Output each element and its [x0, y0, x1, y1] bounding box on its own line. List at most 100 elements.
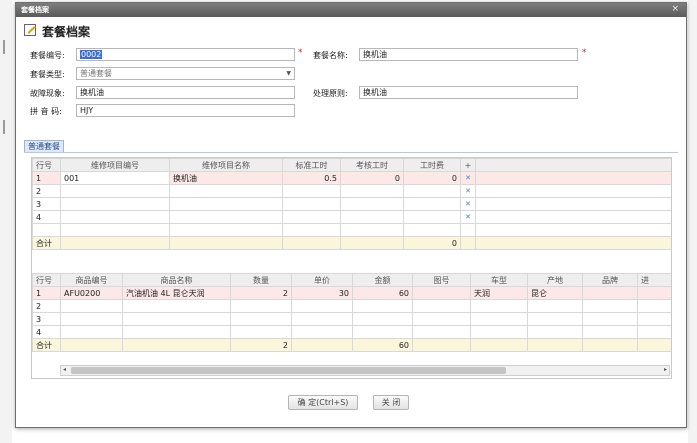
close-button[interactable]: 关 闭 [373, 395, 409, 410]
pinyin-input[interactable]: HJY [76, 104, 295, 117]
package-name-input[interactable]: 换机油 [359, 48, 578, 61]
row-number: 1 [32, 171, 61, 185]
table-cell[interactable]: 0 [340, 171, 404, 185]
chevron-down-icon[interactable]: ▼ [286, 68, 291, 79]
table-cell[interactable]: 0.5 [282, 171, 341, 185]
total-quantity: 2 [230, 338, 292, 352]
table-row[interactable]: 2 [32, 299, 671, 313]
table-cell[interactable]: 换机油 [169, 171, 283, 185]
scroll-right-icon[interactable]: ▸ [664, 366, 667, 373]
grid-panel: 行号 维修项目编号 维修项目名称 标准工时 考核工时 工时费 + 1 001 换… [31, 157, 672, 379]
table-cell[interactable]: 天润 [470, 286, 528, 300]
background-page-right [688, 0, 697, 443]
table-cell[interactable]: 昆仑 [527, 286, 583, 300]
row-number: 4 [32, 210, 61, 224]
column-header: 产地 [527, 273, 583, 287]
package-type-label: 套餐类型: [30, 70, 65, 79]
scroll-left-icon[interactable]: ◂ [63, 366, 66, 373]
table-cell[interactable] [60, 210, 170, 224]
table-cell[interactable] [169, 184, 283, 198]
table-cell[interactable]: 001 [60, 171, 170, 185]
package-code-label: 套餐编号: [30, 51, 65, 60]
table-cell[interactable] [403, 210, 461, 224]
package-type-select[interactable]: 普通套餐 ▼ [76, 67, 295, 80]
table-row[interactable]: 3 ✕ [32, 197, 671, 211]
row-number: 1 [32, 286, 61, 300]
total-label: 合计 [32, 236, 61, 250]
scrollbar-thumb[interactable] [71, 367, 506, 374]
package-code-input[interactable]: 0002 [76, 48, 295, 61]
fault-input[interactable]: 换机油 [76, 86, 295, 99]
dialog-title: 套餐档案 [21, 6, 49, 14]
repair-items-table: 行号 维修项目编号 维修项目名称 标准工时 考核工时 工时费 + 1 001 换… [32, 158, 671, 250]
total-label: 合计 [32, 338, 61, 352]
table-cell[interactable] [412, 286, 471, 300]
table-cell[interactable]: 60 [352, 286, 413, 300]
table-row[interactable]: 1 AFU0200 汽油机油 4L 昆仑天润 2 30 60 天润 昆仑 [32, 286, 671, 300]
package-dialog: 套餐档案 × 套餐档案 套餐编号: 0002 * 套餐名称: 换机油 * 套餐类… [15, 2, 687, 428]
delete-row-icon[interactable]: ✕ [460, 197, 476, 211]
column-header: 标准工时 [282, 158, 341, 172]
table-row[interactable]: 2 ✕ [32, 184, 671, 198]
table-cell[interactable]: AFU0200 [60, 286, 123, 300]
column-header: 进 [637, 273, 671, 287]
confirm-button[interactable]: 确 定(Ctrl+S) [288, 395, 358, 410]
dialog-titlebar[interactable]: 套餐档案 × [16, 3, 686, 17]
table-cell[interactable] [169, 197, 283, 211]
table-cell [475, 210, 671, 224]
table-cell[interactable]: 30 [291, 286, 353, 300]
table-cell[interactable] [340, 197, 404, 211]
table-cell[interactable] [282, 184, 341, 198]
table-cell[interactable] [282, 210, 341, 224]
delete-row-icon[interactable]: ✕ [460, 184, 476, 198]
table-cell[interactable] [403, 184, 461, 198]
close-icon[interactable]: × [671, 4, 679, 14]
column-header: 图号 [412, 273, 471, 287]
table-cell[interactable] [403, 197, 461, 211]
table-cell [475, 197, 671, 211]
table-cell[interactable] [60, 184, 170, 198]
table-row[interactable]: 4 ✕ [32, 210, 671, 224]
table-cell[interactable]: 0 [403, 171, 461, 185]
required-mark: * [298, 48, 303, 58]
table-cell [475, 171, 671, 185]
horizontal-scrollbar[interactable]: ◂ ▸ [60, 365, 670, 376]
column-header: 商品编号 [60, 273, 123, 287]
total-row: 合计 0 [32, 236, 671, 250]
background-page-mark [3, 40, 5, 54]
column-header: 数量 [230, 273, 292, 287]
table-cell[interactable] [340, 210, 404, 224]
table-row[interactable]: 3 [32, 312, 671, 326]
table-row[interactable]: 1 001 换机油 0.5 0 0 ✕ [32, 171, 671, 185]
tab-normal-package[interactable]: 普通套餐 [24, 140, 64, 152]
row-number: 2 [32, 299, 61, 313]
tab-divider [24, 152, 678, 153]
column-header-filler [475, 158, 671, 172]
page-title: 套餐档案 [42, 25, 91, 39]
table-cell[interactable] [582, 286, 638, 300]
rule-input[interactable]: 换机油 [359, 86, 578, 99]
background-page-mark [3, 120, 5, 134]
table-cell[interactable] [637, 286, 671, 300]
total-amount: 60 [352, 338, 413, 352]
row-number: 4 [32, 325, 61, 339]
table-cell[interactable]: 2 [230, 286, 292, 300]
column-header: 考核工时 [340, 158, 404, 172]
table-cell[interactable] [169, 210, 283, 224]
delete-row-icon[interactable]: ✕ [460, 210, 476, 224]
column-header: 工时费 [403, 158, 461, 172]
column-header: 金额 [352, 273, 413, 287]
row-number: 3 [32, 312, 61, 326]
table-cell[interactable] [340, 184, 404, 198]
table-cell[interactable] [282, 197, 341, 211]
table-cell [475, 184, 671, 198]
table-cell[interactable]: 汽油机油 4L 昆仑天润 [122, 286, 231, 300]
row-number: 3 [32, 197, 61, 211]
delete-row-icon[interactable]: ✕ [460, 171, 476, 185]
column-header: 车型 [470, 273, 528, 287]
table-cell[interactable] [60, 197, 170, 211]
column-header: 商品名称 [122, 273, 231, 287]
add-row-button[interactable]: + [460, 158, 476, 172]
required-mark: * [582, 48, 587, 58]
table-row[interactable]: 4 [32, 325, 671, 339]
